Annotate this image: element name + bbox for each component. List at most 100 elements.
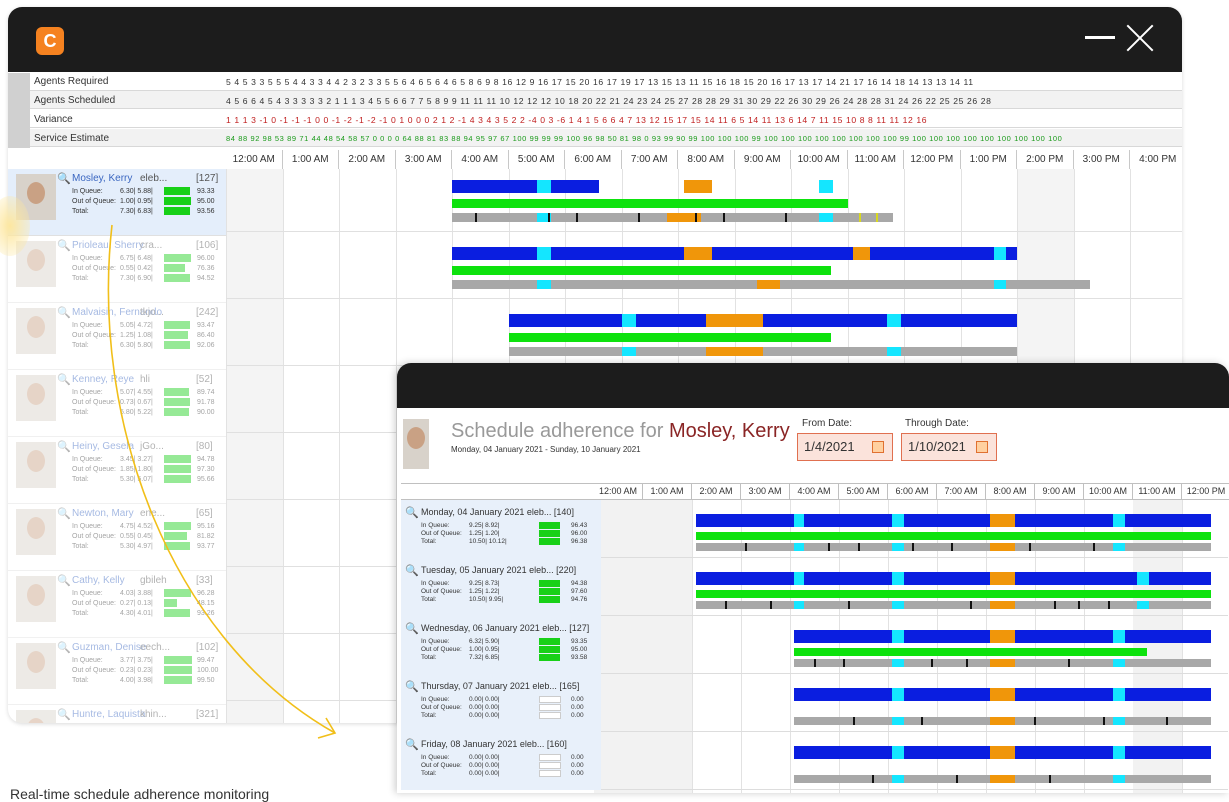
stat-percent: 96.28 xyxy=(197,590,215,597)
stat-label: In Queue: xyxy=(72,590,103,597)
search-icon[interactable]: 🔍 xyxy=(405,564,419,577)
agent-row[interactable]: 🔍 Guzman, Denise eech... [102] In Queue: 3.77… xyxy=(8,638,226,705)
agent-name[interactable]: Huntre, Laquista xyxy=(72,709,145,720)
title-bar: C xyxy=(8,7,1182,72)
stat-line: In Queue: 0.00| 0.00| 0.00 xyxy=(421,696,601,704)
stat-hours: 1.00| 0.95| xyxy=(469,646,500,653)
agent-row[interactable]: 🔍 Newton, Mary ene... [65] In Queue: 4.75| 4.… xyxy=(8,504,226,571)
agent-row[interactable]: 🔍 Prioleau, Sherry cra... [106] In Queue: 6.7… xyxy=(8,236,226,303)
agent-name[interactable]: Mosley, Kerry xyxy=(72,173,132,184)
stat-line: In Queue: 4.75| 4.52| 95.16 xyxy=(72,522,222,531)
stat-percent: 94.52 xyxy=(197,275,215,282)
activity-mark xyxy=(911,543,914,551)
schedule-bar xyxy=(794,648,1147,656)
search-icon[interactable]: 🔍 xyxy=(57,239,71,252)
activity-mark xyxy=(725,601,728,609)
stat-percent: 93.33 xyxy=(197,188,215,195)
stat-percent: 81.82 xyxy=(197,533,215,540)
stat-hours: 7.32| 6.85| xyxy=(469,654,500,661)
stat-hours: 9.25| 8.73| xyxy=(469,580,500,587)
agent-name[interactable]: Heiny, Gesela xyxy=(72,441,134,452)
search-icon[interactable]: 🔍 xyxy=(57,507,71,520)
adherence-bar xyxy=(164,656,192,664)
stat-hours: 6.30| 5.88| xyxy=(120,188,153,195)
agent-name[interactable]: Newton, Mary xyxy=(72,508,134,519)
search-icon[interactable]: 🔍 xyxy=(405,622,419,635)
calendar-icon[interactable] xyxy=(976,441,988,453)
close-button[interactable] xyxy=(1125,23,1155,53)
detail-date-range: Monday, 04 January 2021 - Sunday, 10 Jan… xyxy=(451,445,641,454)
hour-label: 11:00 AM xyxy=(1133,484,1182,499)
stat-hours: 6.32| 5.90| xyxy=(469,638,500,645)
day-label-cell: 🔍 Thursday, 07 January 2021 eleb... [165]… xyxy=(401,674,601,732)
calendar-icon[interactable] xyxy=(872,441,884,453)
hour-label: 9:00 AM xyxy=(734,150,791,169)
adherence-bar xyxy=(164,599,177,607)
activity-mark xyxy=(1068,659,1071,667)
schedule-bar xyxy=(994,280,1006,289)
day-date: Tuesday, 05 January 2021 eleb... [220] xyxy=(421,565,577,575)
stat-percent: 93.26 xyxy=(197,610,215,617)
search-icon[interactable]: 🔍 xyxy=(57,440,71,453)
adherence-bar xyxy=(164,589,191,597)
agent-name[interactable]: Cathy, Kelly xyxy=(72,575,125,586)
search-icon[interactable]: 🔍 xyxy=(57,306,71,319)
schedule-bar xyxy=(536,180,551,193)
agent-row[interactable]: 🔍 Huntre, Laquista khin... [321] xyxy=(8,705,226,723)
stat-percent: 96.43 xyxy=(571,522,588,529)
avatar xyxy=(16,643,56,689)
agent-name[interactable]: Prioleau, Sherry xyxy=(72,240,144,251)
agent-row[interactable]: 🔍 Mosley, Kerry eleb... [127] In Queue: 6.30|… xyxy=(8,169,226,236)
stat-hours: 5.30| 5.07| xyxy=(120,476,153,483)
search-icon[interactable]: 🔍 xyxy=(57,641,71,654)
stat-hours: 0.00| 0.00| xyxy=(469,762,500,769)
agent-count: [102] xyxy=(196,642,219,653)
stat-label: In Queue: xyxy=(421,696,450,703)
adherence-bar xyxy=(539,530,560,537)
agent-row[interactable]: 🔍 Heiny, Gesela jGo... [80] In Queue: 3.45| 3… xyxy=(8,437,226,504)
stat-hours: 10.50| 9.95| xyxy=(469,596,504,603)
stat-label: In Queue: xyxy=(72,389,103,396)
schedule-bar xyxy=(892,775,905,783)
adherence-bar xyxy=(539,696,561,703)
search-icon[interactable]: 🔍 xyxy=(405,680,419,693)
schedule-bar xyxy=(892,572,905,585)
agent-row[interactable]: 🔍 Cathy, Kelly gbileh [33] In Queue: 4.03| 3.… xyxy=(8,571,226,638)
search-icon[interactable]: 🔍 xyxy=(57,574,71,587)
search-icon[interactable]: 🔍 xyxy=(405,506,419,519)
activity-mark xyxy=(548,213,551,222)
hour-label: 9:00 AM xyxy=(1035,484,1084,499)
stat-label: Total: xyxy=(72,409,89,416)
through-date-field[interactable]: 1/10/2021 xyxy=(901,433,997,461)
detail-agent-name: Mosley, Kerry xyxy=(668,420,790,442)
agent-row[interactable]: 🔍 Malvaisin, Fernando tkjo... [242] In Queue… xyxy=(8,303,226,370)
search-icon[interactable]: 🔍 xyxy=(405,738,419,751)
activity-mark xyxy=(847,601,850,609)
search-icon[interactable]: 🔍 xyxy=(57,708,71,721)
adherence-bar xyxy=(164,187,190,195)
agent-name[interactable]: Guzman, Denise xyxy=(72,642,146,653)
grid-line xyxy=(226,298,1182,299)
stat-hours: 4.75| 4.52| xyxy=(120,523,153,530)
schedule-bar xyxy=(990,775,1015,783)
stat-label: Total: xyxy=(72,342,89,349)
stat-percent: 0.00 xyxy=(571,770,584,777)
activity-mark xyxy=(858,213,861,222)
agent-row[interactable]: 🔍 Kenney, Reye hli [52] In Queue: 5.07| 4.55|… xyxy=(8,370,226,437)
stat-hours: 7.30| 6.83| xyxy=(120,208,153,215)
stat-label: Out of Queue: xyxy=(421,762,462,769)
agent-name[interactable]: Kenney, Reye xyxy=(72,374,134,385)
adherence-bar xyxy=(164,532,187,540)
stat-line: Out of Queue: 0.55| 0.45| 81.82 xyxy=(72,532,222,541)
stat-percent: 0.00 xyxy=(571,704,584,711)
search-icon[interactable]: 🔍 xyxy=(57,172,71,185)
hour-label: 6:00 AM xyxy=(888,484,937,499)
hour-label: 2:00 AM xyxy=(339,150,396,169)
minimize-button[interactable] xyxy=(1085,36,1115,39)
search-icon[interactable]: 🔍 xyxy=(57,373,71,386)
from-date-field[interactable]: 1/4/2021 xyxy=(797,433,893,461)
stat-line: In Queue: 6.30| 5.88| 93.33 xyxy=(72,187,222,196)
activity-mark xyxy=(828,543,831,551)
schedule-bar xyxy=(990,717,1015,725)
app-logo-icon: C xyxy=(36,27,64,55)
